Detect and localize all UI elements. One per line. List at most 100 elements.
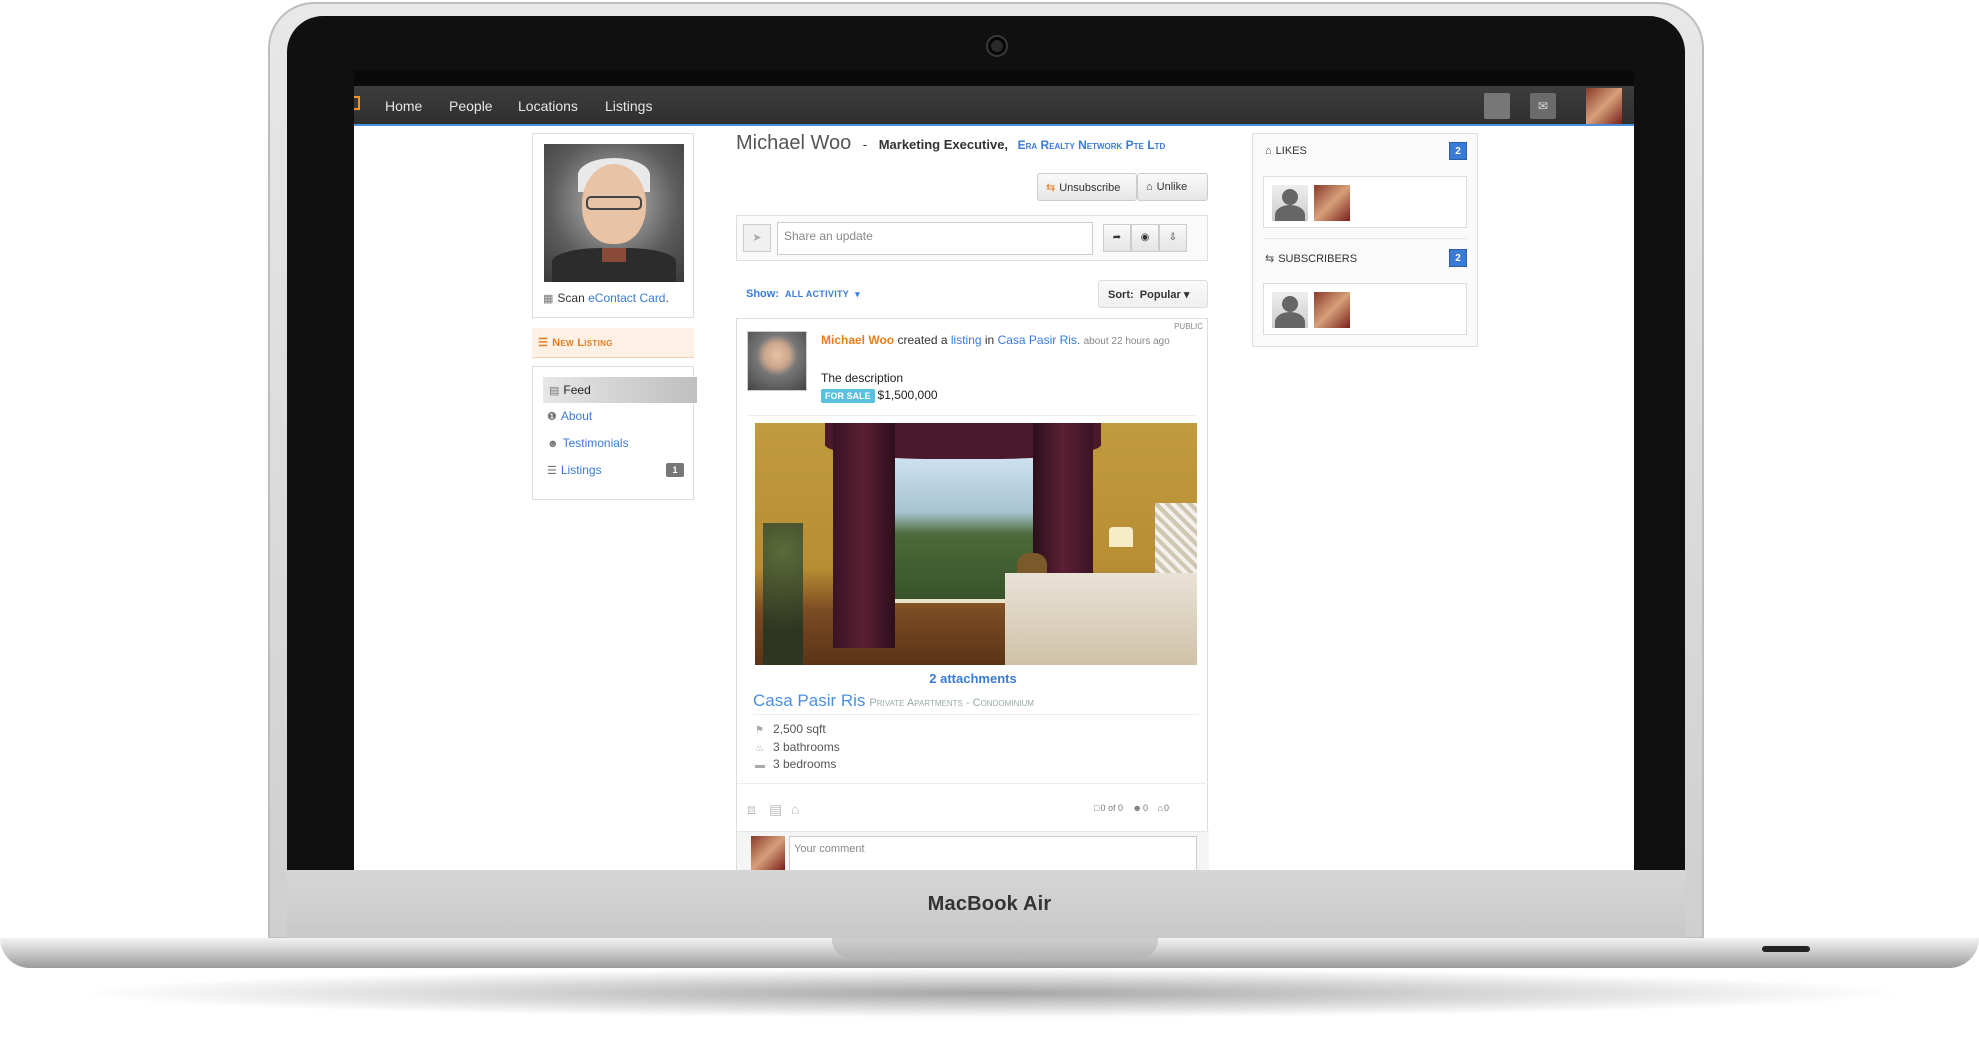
bath-icon: ♨: [755, 743, 764, 754]
unsubscribe-label: Unsubscribe: [1059, 182, 1121, 194]
shares-count: 0: [1163, 803, 1169, 813]
feature-label: 3 bedrooms: [773, 757, 837, 771]
post-prep: in: [984, 333, 995, 347]
scan-econtact: ▦ Scan eContact Card.: [543, 291, 669, 305]
divider: [1263, 238, 1467, 239]
avatar[interactable]: [1314, 185, 1350, 221]
comment-input[interactable]: Your comment: [789, 836, 1197, 870]
profile-photo: [544, 144, 684, 282]
mail-icon[interactable]: ✉: [1530, 93, 1556, 119]
likes-heading: ⌂ LIKES: [1265, 145, 1307, 157]
likes-count: 0: [1142, 803, 1148, 813]
likes-count-badge: 2: [1449, 142, 1467, 160]
share-icon[interactable]: ⧈: [747, 801, 756, 818]
scan-label: Scan: [557, 291, 585, 305]
unlike-icon: ⌂: [1146, 181, 1153, 193]
subscribers-title: SUBSCRIBERS: [1278, 253, 1358, 265]
nav-listings[interactable]: Listings: [605, 98, 652, 114]
comment-icon[interactable]: ▤: [769, 801, 782, 818]
unsubscribe-button[interactable]: ⇆ Unsubscribe: [1037, 173, 1137, 201]
subscribers-count-badge: 2: [1449, 249, 1467, 267]
show-filter[interactable]: Show: ALL ACTIVITY ▾: [746, 288, 860, 300]
likes-count-icon: ☻: [1132, 803, 1142, 813]
browser-top-bar: [354, 70, 1634, 86]
divider: [753, 714, 1199, 715]
feed-post: PUBLIC Michael Woo created a listing in …: [736, 318, 1209, 870]
chevron-down-icon: ▾: [855, 289, 860, 299]
logo-icon[interactable]: [354, 96, 360, 110]
post-stats: □0 of 0 ☻0 ⌂0: [1087, 803, 1169, 813]
visibility-icon[interactable]: ◉: [1131, 224, 1159, 252]
place-link[interactable]: Casa Pasir Ris.: [998, 333, 1081, 347]
share-update-input[interactable]: Share an update: [777, 222, 1093, 255]
listings-count-badge: 1: [666, 463, 684, 477]
nav-people[interactable]: People: [449, 98, 493, 114]
sort-value: Popular: [1139, 289, 1181, 301]
show-value[interactable]: ALL ACTIVITY: [785, 289, 849, 299]
listing-title[interactable]: Casa Pasir Ris Private Apartments - Condo…: [753, 691, 1034, 711]
status-badge: FOR SALE: [821, 389, 875, 403]
post-price-row: FOR SALE $1,500,000: [821, 388, 938, 403]
sidebar-item-feed[interactable]: ▤ Feed: [543, 377, 697, 403]
screen: Home People Locations Listings ✉ ▦ Scan e…: [354, 70, 1634, 870]
avatar[interactable]: [1314, 292, 1350, 328]
social-panel: ⌂ LIKES 2 ⇆ SUBSCRIBERS 2: [1252, 133, 1478, 347]
share-update-box: ➤ Share an update ➦ ◉ ⇩: [736, 215, 1208, 261]
list-icon: ☰: [547, 465, 557, 477]
likes-avatars: [1263, 176, 1467, 228]
listing-price: $1,500,000: [877, 388, 938, 402]
upload-icon[interactable]: ⇩: [1159, 224, 1187, 252]
sidebar-item-about[interactable]: ❶ About: [547, 409, 592, 423]
likes-title: LIKES: [1275, 145, 1307, 157]
like-icon[interactable]: ⌂: [791, 801, 799, 817]
avatar[interactable]: [1272, 292, 1308, 328]
feature-label: 3 bathrooms: [773, 740, 840, 754]
user-avatar[interactable]: [1586, 88, 1622, 124]
new-listing-button[interactable]: ☰ New Listing: [532, 328, 694, 358]
camera-icon: [988, 37, 1006, 55]
megaphone-icon: ➤: [743, 224, 771, 252]
post-verb: created a: [897, 333, 948, 347]
like-icon: ⌂: [1265, 145, 1272, 157]
econtact-card-link[interactable]: eContact Card: [588, 291, 665, 305]
post-author-avatar[interactable]: [747, 331, 807, 391]
divider: [747, 415, 1197, 416]
visibility-badge: PUBLIC: [1174, 322, 1203, 331]
heading-separator: -: [862, 137, 868, 152]
scan-suffix: .: [665, 291, 669, 305]
avatar[interactable]: [1272, 185, 1308, 221]
listing-photo[interactable]: [755, 423, 1197, 665]
sidebar-item-label: Feed: [563, 383, 591, 397]
share-icon[interactable]: ➦: [1103, 224, 1131, 252]
main-navbar: Home People Locations Listings ✉: [354, 86, 1634, 126]
nav-locations[interactable]: Locations: [518, 98, 578, 114]
comment-count-icon: □: [1094, 803, 1100, 813]
feature-area: ⚑ 2,500 sqft: [755, 722, 826, 736]
show-label: Show:: [746, 288, 779, 300]
profile-heading: Michael Woo - Marketing Executive, Era R…: [736, 132, 1165, 155]
post-time: about 22 hours ago: [1083, 336, 1170, 347]
laptop-led: [1762, 946, 1810, 952]
attachments-link[interactable]: 2 attachments: [737, 671, 1209, 686]
profile-menu: ▤ Feed ❶ About ☻ Testimonials ☰ Listings 1: [532, 366, 697, 500]
comment-count: 0 of 0: [1100, 803, 1123, 813]
feature-bedrooms: ▬ 3 bedrooms: [755, 757, 836, 771]
sidebar-item-listings[interactable]: ☰ Listings: [547, 463, 602, 477]
qr-icon: ▦: [543, 293, 554, 305]
commenter-avatar: [751, 836, 785, 870]
users-icon: ☻: [547, 438, 559, 450]
laptop-shadow: [70, 968, 1910, 1018]
unlike-button[interactable]: ⌂ Unlike: [1137, 173, 1208, 201]
sidebar-item-label: About: [560, 409, 593, 423]
nav-home[interactable]: Home: [385, 98, 422, 114]
post-author-link[interactable]: Michael Woo: [821, 333, 894, 347]
post-summary: Michael Woo created a listing in Casa Pa…: [821, 331, 1201, 351]
company-link[interactable]: Era Realty Network Pte Ltd: [1018, 138, 1166, 152]
notifications-icon[interactable]: [1484, 93, 1510, 119]
sidebar-item-testimonials[interactable]: ☻ Testimonials: [547, 436, 629, 450]
area-icon: ⚑: [755, 725, 764, 736]
info-icon: ❶: [547, 411, 557, 423]
profile-role: Marketing Executive,: [878, 137, 1009, 152]
sort-dropdown[interactable]: Sort: Popular ▾: [1098, 280, 1208, 308]
listing-link[interactable]: listing: [951, 333, 982, 347]
